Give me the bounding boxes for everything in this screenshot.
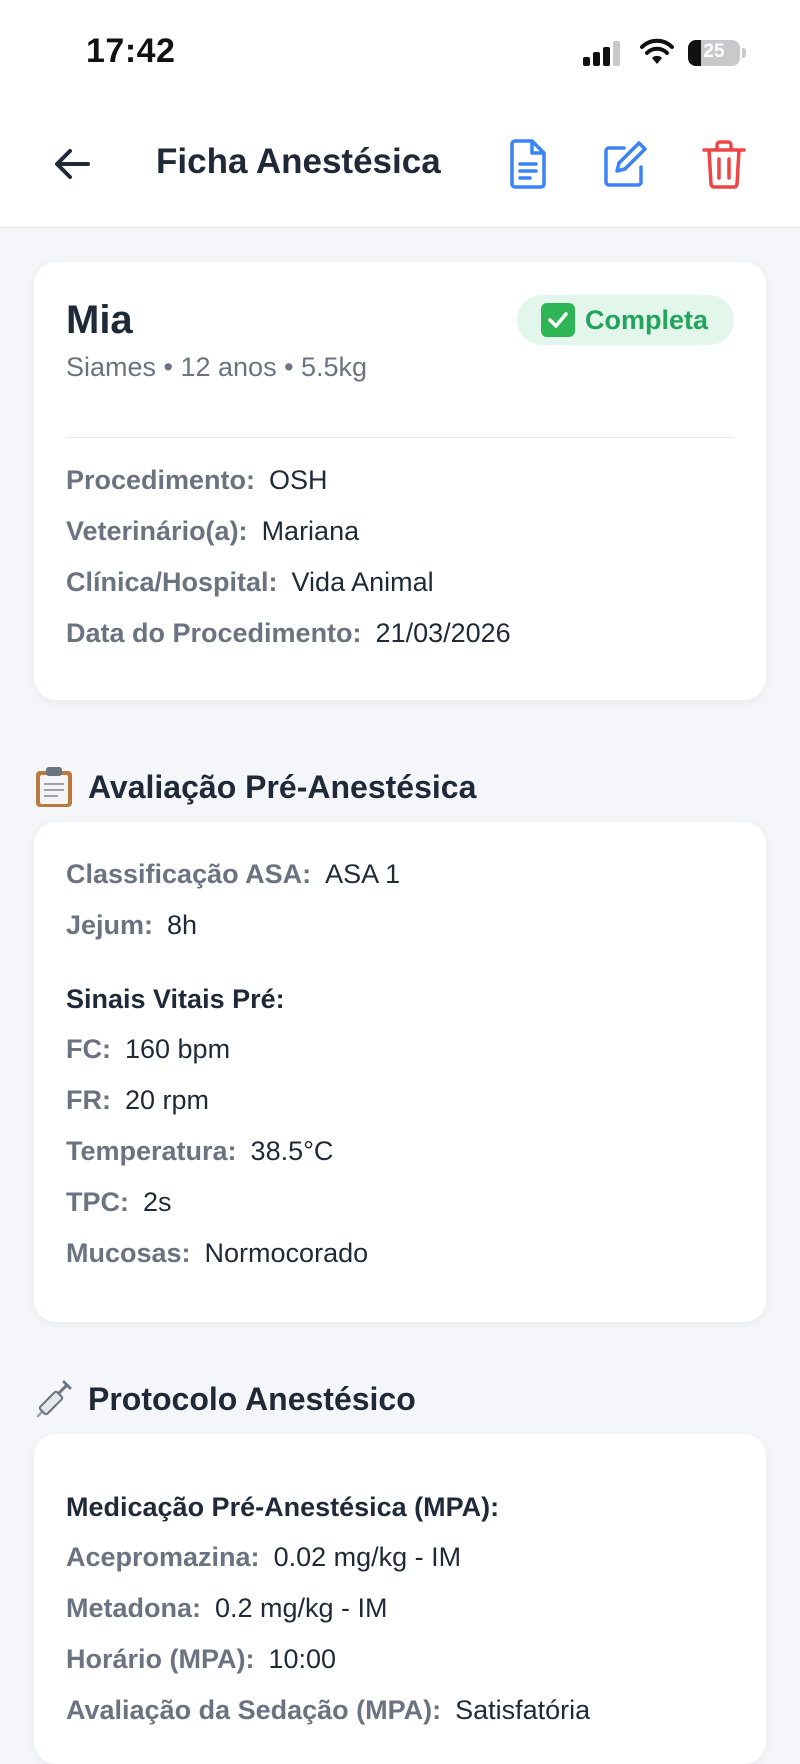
syringe-icon <box>36 1380 72 1418</box>
protocol-row-acepromazine: Acepromazina: 0.02 mg/kg - IM <box>66 1539 461 1575</box>
detail-value: Satisfatória <box>455 1695 591 1725</box>
protocol-row-sedation: Avaliação da Sedação (MPA): Satisfatória <box>66 1692 590 1728</box>
protocol-row-mpa-time: Horário (MPA): 10:00 <box>66 1641 336 1677</box>
battery-icon: 25 <box>688 40 740 66</box>
detail-label: Mucosas: <box>66 1238 191 1268</box>
detail-row-asa: Classificação ASA: ASA 1 <box>66 856 400 892</box>
patient-name: Mia <box>66 298 133 342</box>
detail-label: Veterinário(a): <box>66 516 248 546</box>
detail-row-clinic: Clínica/Hospital: Vida Animal <box>66 564 434 600</box>
section-title-pre-anesthetic: Avaliação Pré-Anestésica <box>34 766 476 808</box>
status-badge: Completa <box>516 295 734 345</box>
vital-row-mucosas: Mucosas: Normocorado <box>66 1235 368 1271</box>
detail-label: Horário (MPA): <box>66 1644 255 1674</box>
detail-label: FR: <box>66 1085 111 1115</box>
detail-value: ASA 1 <box>325 859 401 889</box>
detail-value: Mariana <box>261 516 360 546</box>
back-arrow-icon[interactable] <box>50 142 94 186</box>
detail-label: Metadona: <box>66 1593 201 1623</box>
detail-value: 160 bpm <box>124 1034 231 1064</box>
detail-label: Acepromazina: <box>66 1542 260 1572</box>
status-bar: 17:42 25 <box>0 0 800 110</box>
document-icon[interactable] <box>504 138 552 190</box>
cellular-signal-icon <box>583 40 625 66</box>
detail-label: FC: <box>66 1034 111 1064</box>
battery-tip <box>742 48 746 58</box>
detail-label: Temperatura: <box>66 1136 237 1166</box>
vital-row-temperature: Temperatura: 38.5°C <box>66 1133 333 1169</box>
detail-label: Data do Procedimento: <box>66 618 362 648</box>
vitals-heading: Sinais Vitais Pré: <box>66 984 285 1014</box>
detail-label: Classificação ASA: <box>66 859 312 889</box>
divider <box>66 437 734 438</box>
detail-value: Normocorado <box>204 1238 369 1268</box>
nav-header: Ficha Anestésica <box>0 110 800 228</box>
detail-label: Clínica/Hospital: <box>66 567 278 597</box>
detail-row-date: Data do Procedimento: 21/03/2026 <box>66 615 511 651</box>
check-box-icon <box>540 303 575 337</box>
section-title-label: Protocolo Anestésico <box>88 1380 416 1417</box>
protocol-row-methadone: Metadona: 0.2 mg/kg - IM <box>66 1590 388 1626</box>
edit-icon[interactable] <box>600 138 648 190</box>
vital-row-fc: FC: 160 bpm <box>66 1031 230 1067</box>
detail-value: 38.5°C <box>250 1136 334 1166</box>
section-title-protocol: Protocolo Anestésico <box>34 1378 416 1420</box>
wifi-icon <box>640 38 674 64</box>
detail-value: Vida Animal <box>291 567 434 597</box>
detail-label: Avaliação da Sedação (MPA): <box>66 1695 442 1725</box>
vital-row-tpc: TPC: 2s <box>66 1184 172 1220</box>
detail-value: OSH <box>269 465 328 495</box>
patient-card: Mia Completa Siames • 12 anos • 5.5kg Pr… <box>34 262 766 700</box>
detail-label: Jejum: <box>66 910 154 940</box>
detail-label: Procedimento: <box>66 465 256 495</box>
detail-row-procedure: Procedimento: OSH <box>66 462 328 498</box>
detail-value: 10:00 <box>268 1644 337 1674</box>
trash-icon[interactable] <box>700 138 748 190</box>
status-time: 17:42 <box>86 32 176 70</box>
pre-anesthetic-card: Classificação ASA: ASA 1 Jejum: 8h Sinais … <box>34 822 766 1322</box>
mpa-heading: Medicação Pré-Anestésica (MPA): <box>66 1492 500 1522</box>
clipboard-icon <box>36 767 72 807</box>
section-title-label: Avaliação Pré-Anestésica <box>88 768 477 805</box>
status-badge-label: Completa <box>584 304 708 335</box>
battery-level: 25 <box>703 41 725 62</box>
patient-subtitle: Siames • 12 anos • 5.5kg <box>66 352 368 382</box>
detail-value: 0.2 mg/kg - IM <box>215 1593 388 1623</box>
detail-label: TPC: <box>66 1187 129 1217</box>
vital-row-fr: FR: 20 rpm <box>66 1082 209 1118</box>
detail-row-fasting: Jejum: 8h <box>66 907 197 943</box>
detail-row-veterinarian: Veterinário(a): Mariana <box>66 513 359 549</box>
detail-value: 21/03/2026 <box>375 618 511 648</box>
page-title: Ficha Anestésica <box>156 142 441 181</box>
detail-value: 2s <box>143 1187 172 1217</box>
protocol-card: Medicação Pré-Anestésica (MPA): Aceproma… <box>34 1434 766 1764</box>
detail-value: 0.02 mg/kg - IM <box>273 1542 462 1572</box>
detail-value: 20 rpm <box>124 1085 210 1115</box>
detail-value: 8h <box>167 910 198 940</box>
